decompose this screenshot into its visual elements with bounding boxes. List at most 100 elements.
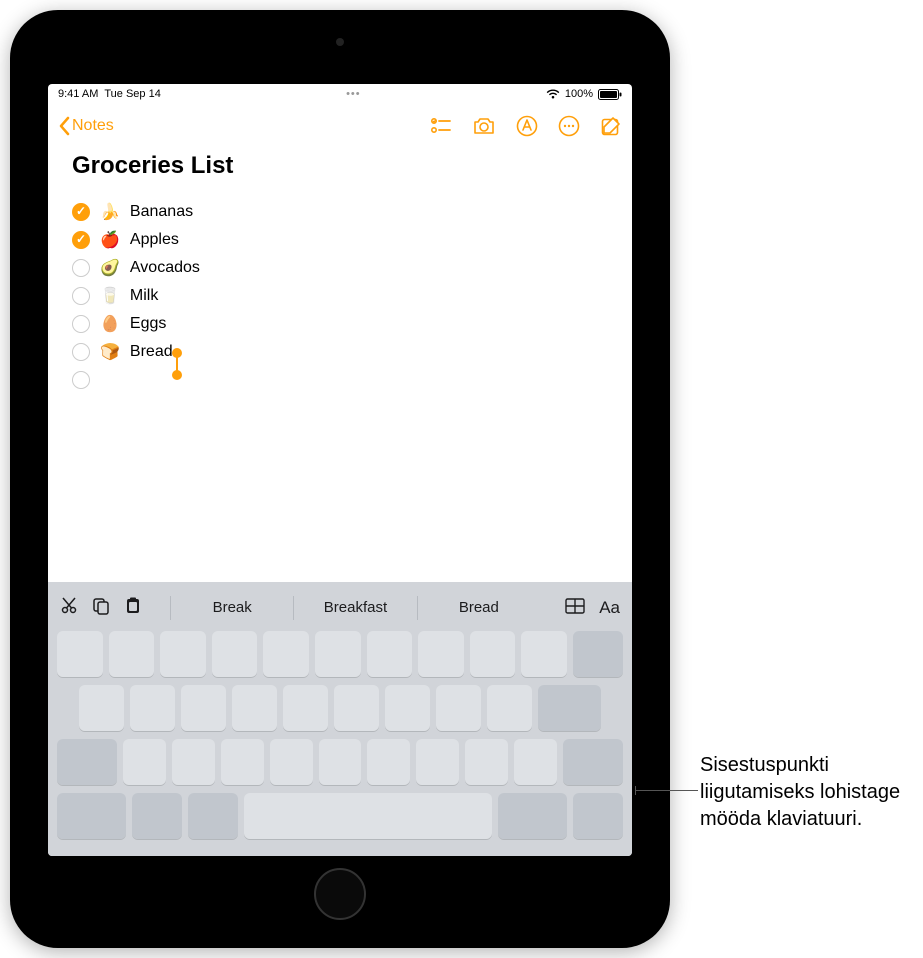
- item-emoji: 🥚: [100, 314, 120, 334]
- back-button[interactable]: Notes: [58, 116, 114, 136]
- numbers-key[interactable]: [498, 793, 567, 839]
- key[interactable]: [385, 685, 430, 731]
- camera-icon: [336, 38, 344, 46]
- markup-button[interactable]: [516, 115, 538, 137]
- item-emoji: 🥑: [100, 258, 120, 278]
- check-circle[interactable]: [72, 231, 90, 249]
- key[interactable]: [57, 631, 103, 677]
- key[interactable]: [521, 631, 567, 677]
- ipad-inner: 9:41 AM Tue Sep 14 ••• 100%: [28, 28, 652, 930]
- paste-icon[interactable]: [124, 597, 142, 619]
- keyboard-keys[interactable]: [54, 628, 626, 850]
- delete-key[interactable]: [573, 631, 623, 677]
- home-button[interactable]: [314, 868, 366, 920]
- key[interactable]: [283, 685, 328, 731]
- navbar: Notes: [48, 104, 632, 148]
- suggestion-3[interactable]: Bread: [417, 596, 540, 620]
- check-item[interactable]: 🥚 Eggs: [72, 310, 608, 338]
- suggestion-2[interactable]: Breakfast: [293, 596, 416, 620]
- check-item[interactable]: 🍞 Bread: [72, 338, 608, 366]
- wifi-icon: [546, 89, 560, 99]
- note-body[interactable]: Groceries List 🍌 Bananas 🍎 Apples 🥑 Avocados 🥛…: [48, 148, 632, 582]
- item-emoji: 🥛: [100, 286, 120, 306]
- space-key[interactable]: [244, 793, 492, 839]
- item-text: Avocados: [130, 259, 200, 277]
- key[interactable]: [79, 685, 124, 731]
- key[interactable]: [334, 685, 379, 731]
- item-emoji: 🍎: [100, 230, 120, 250]
- multitask-indicator-icon[interactable]: •••: [346, 88, 361, 100]
- check-item[interactable]: [72, 366, 608, 394]
- compose-button[interactable]: [600, 115, 622, 137]
- status-time: 9:41 AM: [58, 88, 98, 100]
- key[interactable]: [436, 685, 481, 731]
- key[interactable]: [470, 631, 516, 677]
- return-key[interactable]: [538, 685, 601, 731]
- more-button[interactable]: [558, 115, 580, 137]
- back-label: Notes: [72, 117, 114, 135]
- key[interactable]: [367, 631, 413, 677]
- globe-key[interactable]: [132, 793, 182, 839]
- item-text: Bread: [130, 343, 173, 361]
- check-item[interactable]: 🥛 Milk: [72, 282, 608, 310]
- numbers-key[interactable]: [57, 793, 126, 839]
- item-text: Milk: [130, 287, 158, 305]
- shift-key[interactable]: [563, 739, 623, 785]
- check-item[interactable]: 🍎 Apples: [72, 226, 608, 254]
- key[interactable]: [232, 685, 277, 731]
- check-item[interactable]: 🥑 Avocados: [72, 254, 608, 282]
- check-circle[interactable]: [72, 259, 90, 277]
- suggestion-1[interactable]: Break: [170, 596, 293, 620]
- item-emoji: 🍌: [100, 202, 120, 222]
- check-circle[interactable]: [72, 315, 90, 333]
- checklist-button[interactable]: [430, 116, 452, 136]
- cut-icon[interactable]: [60, 597, 78, 619]
- key[interactable]: [263, 631, 309, 677]
- screen: 9:41 AM Tue Sep 14 ••• 100%: [48, 84, 632, 856]
- check-circle[interactable]: [72, 287, 90, 305]
- format-icon[interactable]: Aa: [599, 598, 620, 618]
- key[interactable]: [315, 631, 361, 677]
- status-date: Tue Sep 14: [104, 88, 160, 100]
- check-item[interactable]: 🍌 Bananas: [72, 198, 608, 226]
- mic-key[interactable]: [188, 793, 238, 839]
- callout-text: Sisestuspunkti liigutamiseks lohistage m…: [700, 752, 910, 833]
- item-text: Apples: [130, 231, 179, 249]
- key[interactable]: [465, 739, 508, 785]
- key[interactable]: [172, 739, 215, 785]
- callout-leader-line: [636, 790, 698, 791]
- check-circle[interactable]: [72, 343, 90, 361]
- key[interactable]: [514, 739, 557, 785]
- shift-key[interactable]: [57, 739, 117, 785]
- keyboard[interactable]: Break Breakfast Bread Aa: [48, 582, 632, 856]
- copy-icon[interactable]: [92, 597, 110, 619]
- key[interactable]: [130, 685, 175, 731]
- table-icon[interactable]: [565, 598, 585, 618]
- checklist: 🍌 Bananas 🍎 Apples 🥑 Avocados 🥛 Milk 🥚 Eggs 🍞 Bread: [72, 198, 608, 394]
- battery-percent: 100%: [565, 88, 593, 100]
- check-circle[interactable]: [72, 371, 90, 389]
- key[interactable]: [109, 631, 155, 677]
- note-title: Groceries List: [72, 152, 608, 180]
- key[interactable]: [123, 739, 166, 785]
- key[interactable]: [212, 631, 258, 677]
- item-text: Eggs: [130, 315, 166, 333]
- check-circle[interactable]: [72, 203, 90, 221]
- key[interactable]: [221, 739, 264, 785]
- key[interactable]: [160, 631, 206, 677]
- ipad-frame: 9:41 AM Tue Sep 14 ••• 100%: [10, 10, 670, 948]
- key[interactable]: [487, 685, 532, 731]
- key[interactable]: [270, 739, 313, 785]
- camera-button[interactable]: [472, 116, 496, 136]
- key[interactable]: [418, 631, 464, 677]
- key[interactable]: [367, 739, 410, 785]
- status-bar: 9:41 AM Tue Sep 14 ••• 100%: [48, 84, 632, 104]
- key[interactable]: [181, 685, 226, 731]
- item-text: Bananas: [130, 203, 193, 221]
- battery-icon: [598, 89, 622, 100]
- dismiss-keyboard-key[interactable]: [573, 793, 623, 839]
- key[interactable]: [319, 739, 362, 785]
- key[interactable]: [416, 739, 459, 785]
- chevron-left-icon: [58, 116, 70, 136]
- item-emoji: 🍞: [100, 342, 120, 362]
